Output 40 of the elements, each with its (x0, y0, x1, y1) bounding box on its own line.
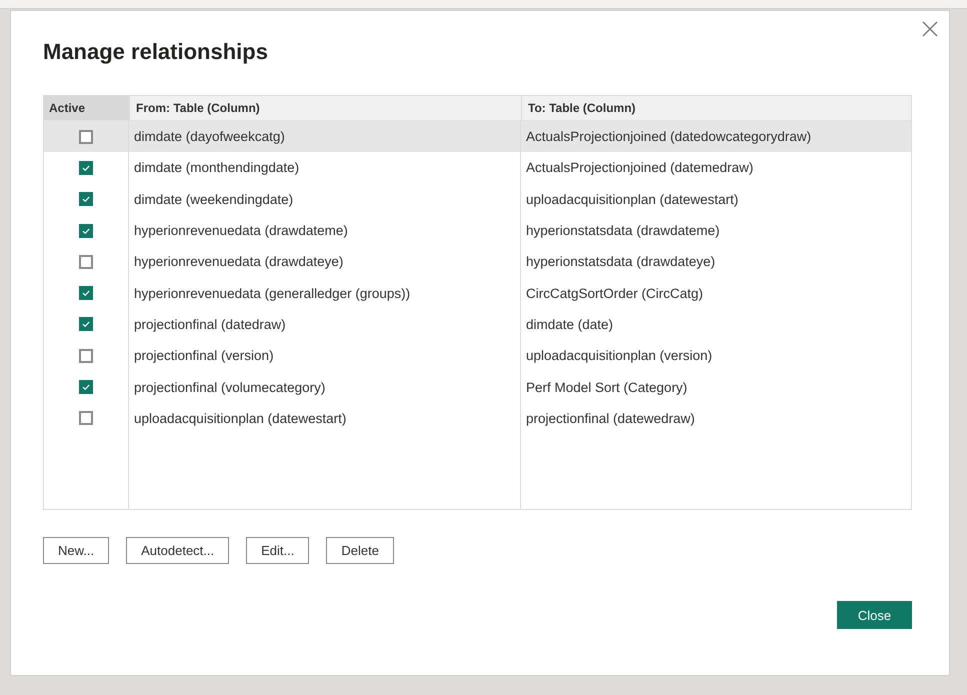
checkbox[interactable] (79, 286, 93, 300)
table-cell[interactable]: dimdate (date) (521, 308, 911, 340)
table-cell[interactable]: hyperionrevenuedata (generalledger (groups)) (129, 277, 521, 309)
checkbox[interactable] (79, 411, 93, 426)
table-cell[interactable]: projectionfinal (volumecategory) (129, 371, 521, 403)
table-cell[interactable]: dimdate (weekendingdate) (129, 184, 521, 215)
table-cell[interactable]: uploadacquisitionplan (version) (521, 340, 911, 372)
table-cell[interactable]: CircCatgSortOrder (CircCatg) (521, 277, 911, 309)
delete-button[interactable]: Delete (326, 537, 394, 564)
table-cell[interactable]: dimdate (dayofweekcatg) (129, 121, 521, 152)
checkbox[interactable] (79, 348, 93, 363)
checkbox[interactable] (79, 130, 93, 144)
checkbox[interactable] (79, 317, 93, 332)
column-header[interactable]: From: Table (Column) (129, 96, 521, 121)
table-cell[interactable]: projectionfinal (version) (129, 340, 521, 372)
table-cell[interactable]: projectionfinal (datewedraw) (521, 402, 911, 434)
column-header[interactable]: Active (44, 96, 129, 121)
table-cell[interactable]: hyperionstatsdata (drawdateye) (521, 246, 911, 278)
close-icon[interactable] (922, 21, 938, 37)
checkbox[interactable] (79, 192, 93, 206)
table-cell[interactable]: dimdate (monthendingdate) (129, 152, 521, 184)
new-button[interactable]: New... (43, 537, 110, 564)
table-cell[interactable]: uploadacquisitionplan (datewestart) (129, 402, 521, 434)
dialog-title: Manage relationships (43, 39, 269, 65)
table-cell[interactable]: ActualsProjectionjoined (datedowcategorydraw) (521, 121, 911, 152)
column-header[interactable]: To: Table (Column) (521, 96, 911, 121)
checkbox[interactable] (79, 224, 93, 238)
checkbox[interactable] (79, 160, 93, 175)
table-cell[interactable]: ActualsProjectionjoined (datemedraw) (521, 152, 911, 184)
autodetect-button[interactable]: Autodetect... (126, 537, 230, 564)
checkbox[interactable] (79, 380, 93, 394)
table-cell[interactable]: uploadacquisitionplan (datewestart) (521, 184, 911, 215)
table-cell[interactable]: projectionfinal (datedraw) (129, 308, 521, 340)
table-cell[interactable]: Perf Model Sort (Category) (521, 371, 911, 403)
table-cell[interactable]: hyperionrevenuedata (drawdateme) (129, 214, 521, 246)
table-cell[interactable]: hyperionstatsdata (drawdateme) (521, 214, 911, 246)
edit-button[interactable]: Edit... (246, 537, 310, 564)
table-cell[interactable]: hyperionrevenuedata (drawdateye) (129, 246, 521, 278)
close-button[interactable]: Close (837, 601, 912, 629)
checkbox[interactable] (79, 254, 93, 269)
